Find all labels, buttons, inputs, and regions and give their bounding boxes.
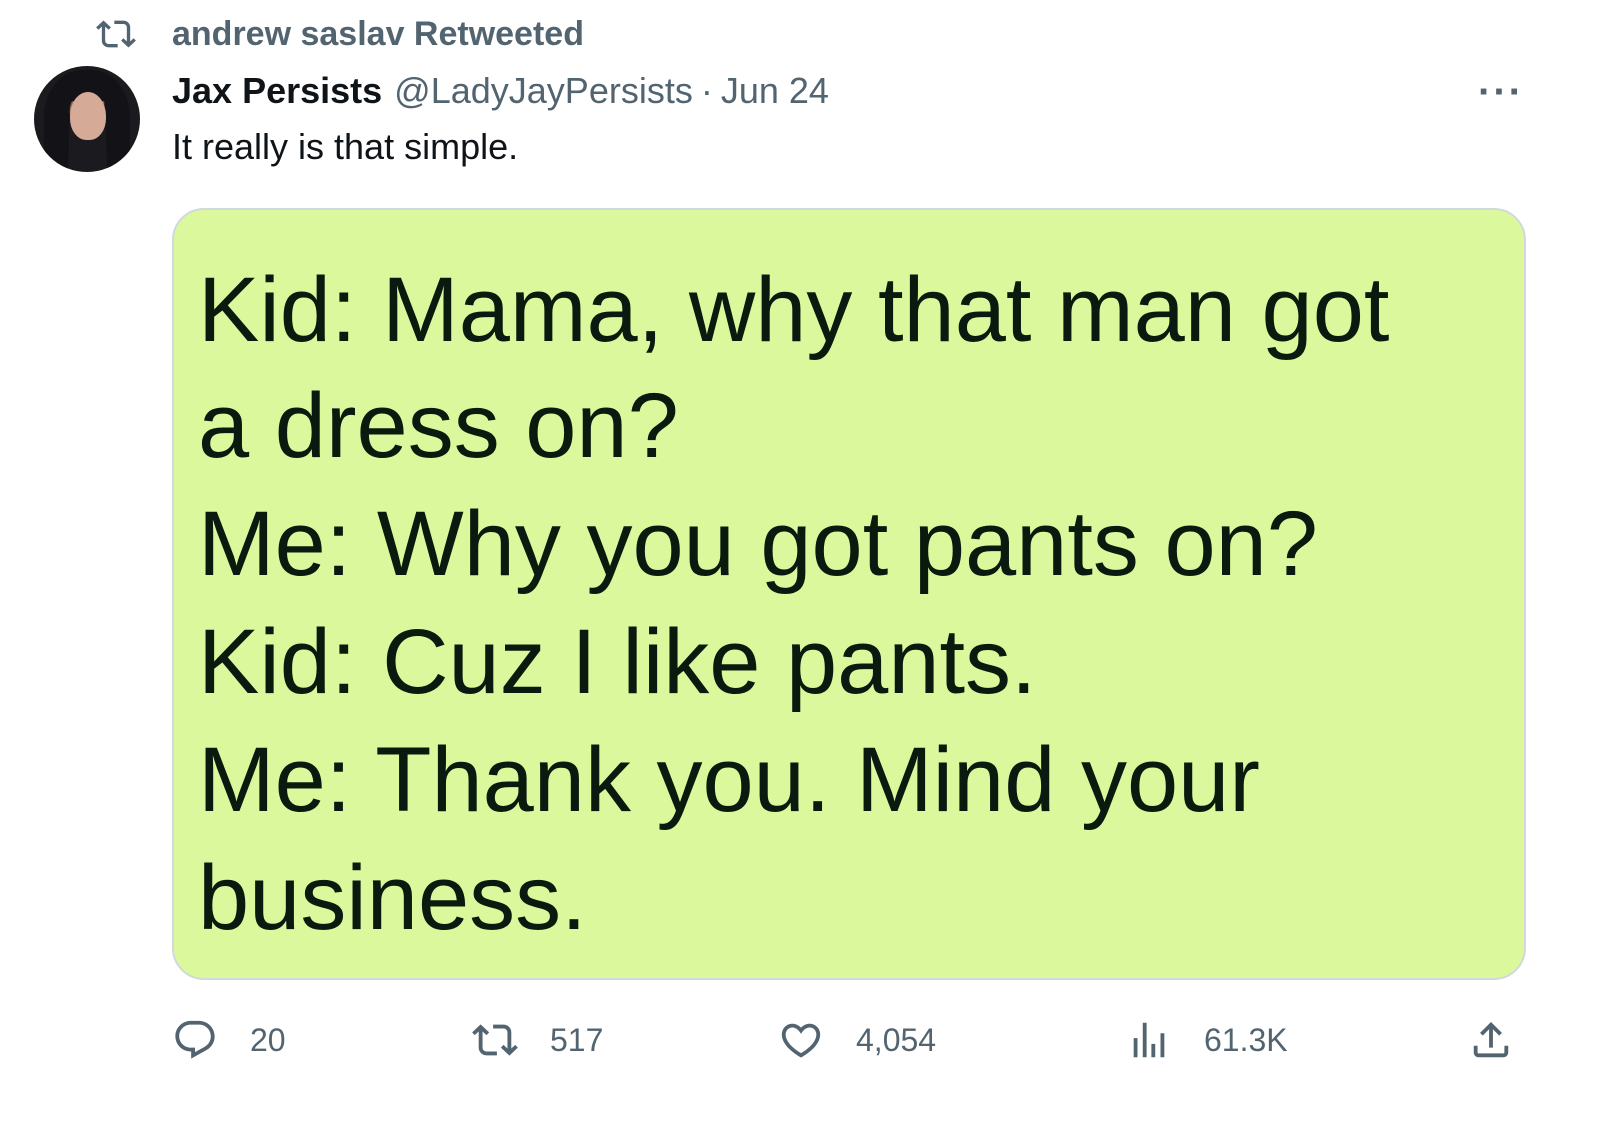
separator-dot: · <box>700 70 713 111</box>
views-count: 61.3K <box>1204 1021 1288 1058</box>
share-icon <box>1473 1021 1509 1058</box>
retweeted-by-label: andrew saslav Retweeted <box>172 14 584 53</box>
reply-button[interactable]: 20 <box>172 1010 286 1070</box>
avatar[interactable] <box>34 66 140 172</box>
heart-icon <box>781 1023 821 1058</box>
meme-text-line: a dress on? <box>198 375 679 477</box>
retweet-count: 517 <box>550 1021 604 1058</box>
retweet-icon <box>96 20 136 48</box>
meme-text-line: Me: Why you got pants on? <box>198 493 1318 595</box>
display-name[interactable]: Jax Persists <box>172 70 382 112</box>
retweet-button[interactable]: 517 <box>472 1010 603 1070</box>
like-count: 4,054 <box>856 1021 937 1058</box>
tweet-actions: 20 517 4,054 61.3K <box>172 1010 1526 1070</box>
more-icon[interactable]: ··· <box>1476 70 1526 114</box>
retweet-icon <box>472 1024 518 1056</box>
tweet-media-image[interactable]: Kid: Mama, why that man got a dress on? … <box>172 208 1526 980</box>
tweet-date[interactable]: Jun 24 <box>721 70 829 112</box>
meme-text-line: business. <box>198 847 587 949</box>
analytics-icon <box>1133 1022 1165 1058</box>
tweet-header: Jax Persists @LadyJayPersists · Jun 24 <box>172 68 829 114</box>
like-button[interactable]: 4,054 <box>778 1010 936 1070</box>
reply-count: 20 <box>250 1021 286 1058</box>
meme-text-line: Kid: Cuz I like pants. <box>198 611 1037 713</box>
retweeted-by-banner[interactable]: andrew saslav Retweeted <box>96 14 584 54</box>
avatar-face <box>70 92 106 140</box>
meme-text-line: Kid: Mama, why that man got <box>198 259 1390 361</box>
tweet-text: It really is that simple. <box>172 126 519 167</box>
meme-text-line: Me: Thank you. Mind your <box>198 729 1260 831</box>
reply-icon <box>175 1020 215 1059</box>
views-button[interactable]: 61.3K <box>1126 1010 1288 1070</box>
user-handle[interactable]: @LadyJayPersists <box>394 70 693 112</box>
share-button[interactable] <box>1468 1010 1514 1070</box>
